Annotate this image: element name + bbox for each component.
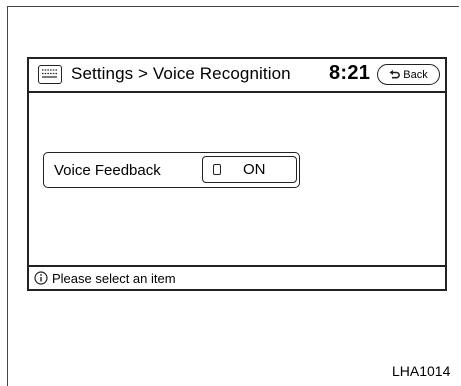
toggle-indicator-icon <box>213 164 221 175</box>
voice-feedback-label: Voice Feedback <box>54 162 161 179</box>
voice-feedback-row[interactable]: Voice Feedback ON <box>43 152 300 188</box>
status-message: Please select an item <box>52 271 176 286</box>
display-screen: Settings > Voice Recognition 8:21 Back V… <box>27 57 447 291</box>
header-bar: Settings > Voice Recognition 8:21 Back <box>29 59 445 93</box>
menu-icon[interactable] <box>38 65 62 84</box>
clock-display: 8:21 <box>329 62 371 84</box>
settings-content: Voice Feedback ON <box>29 93 445 265</box>
back-arrow-icon <box>389 69 401 80</box>
toggle-label: ON <box>243 161 266 178</box>
page-title: Settings > Voice Recognition <box>71 64 291 83</box>
figure-code: LHA1014 <box>392 363 451 379</box>
voice-feedback-toggle[interactable]: ON <box>202 156 297 183</box>
back-button-label: Back <box>403 68 428 81</box>
info-icon <box>34 271 48 285</box>
back-button[interactable]: Back <box>377 64 440 85</box>
status-bar: Please select an item <box>29 265 445 289</box>
